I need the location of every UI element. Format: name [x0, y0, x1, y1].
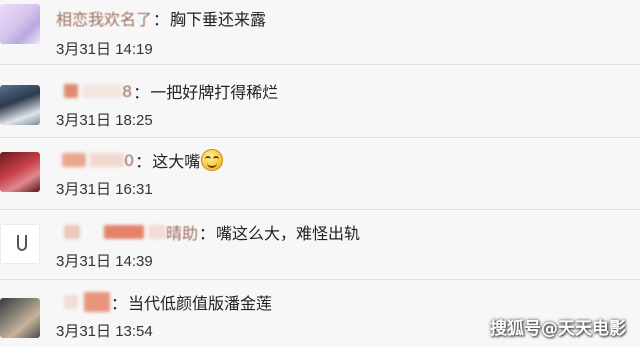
commenter-name[interactable]: 相恋我欢名了	[56, 6, 152, 30]
comment-timestamp: 3月31日 16:31	[56, 181, 153, 198]
comment-line: 0 ： 这大嘴	[56, 148, 224, 172]
avatar[interactable]	[0, 298, 40, 338]
logo-mark-icon	[17, 235, 27, 251]
comment-text: 嘴这么大，难怪出轨	[216, 224, 361, 243]
comment-item: 8 ： 一把好牌打得稀烂 3月31日 18:25	[0, 65, 640, 138]
commenter-name[interactable]: 8	[122, 82, 132, 101]
comment-line: 相恋我欢名了 ： 胸下垂还来露	[56, 6, 266, 30]
comment-timestamp: 3月31日 18:25	[56, 112, 153, 129]
redacted-name	[148, 225, 166, 239]
commenter-name[interactable]: 0	[124, 151, 134, 170]
colon-separator: ：	[133, 83, 150, 102]
redacted-name	[64, 225, 80, 239]
avatar[interactable]	[0, 4, 40, 44]
comment-line: ： 当代低颜值版潘金莲	[56, 290, 272, 314]
grin-emoji-icon	[201, 149, 224, 171]
comment-item: 0 ： 这大嘴 3月31日 16:31	[0, 138, 640, 210]
source-watermark: 搜狐号@天天电影	[490, 319, 626, 339]
commenter-name[interactable]: 晴助	[166, 220, 198, 244]
comment-item: 相恋我欢名了 ： 胸下垂还来露 3月31日 14:19	[0, 0, 640, 65]
avatar[interactable]	[0, 224, 40, 264]
colon-separator: ：	[199, 224, 216, 243]
redacted-name	[104, 225, 144, 239]
colon-separator: ：	[153, 10, 170, 29]
comment-text: 一把好牌打得稀烂	[150, 83, 279, 102]
redacted-name	[64, 295, 78, 309]
comment-text: 胸下垂还来露	[170, 10, 267, 29]
redacted-name	[64, 84, 78, 98]
colon-separator: ：	[135, 152, 152, 171]
comment-item: 晴助 ： 嘴这么大，难怪出轨 3月31日 14:39	[0, 210, 640, 280]
avatar[interactable]	[0, 152, 40, 192]
redacted-name	[62, 153, 86, 167]
comment-text: 这大嘴	[152, 152, 201, 171]
comment-timestamp: 3月31日 14:19	[56, 41, 153, 58]
redacted-name	[84, 292, 110, 312]
redacted-name	[82, 84, 122, 98]
redacted-name	[90, 153, 124, 167]
comment-line: 晴助 ： 嘴这么大，难怪出轨	[56, 220, 360, 244]
comment-timestamp: 3月31日 14:39	[56, 253, 153, 270]
comment-line: 8 ： 一把好牌打得稀烂	[56, 79, 278, 103]
comment-timestamp: 3月31日 13:54	[56, 323, 153, 340]
colon-separator: ：	[111, 294, 128, 313]
avatar[interactable]	[0, 85, 40, 125]
comment-text: 当代低颜值版潘金莲	[128, 294, 273, 313]
